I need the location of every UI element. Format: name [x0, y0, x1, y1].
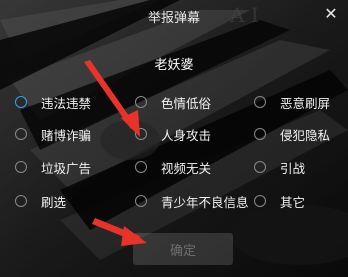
radio-icon[interactable] — [15, 128, 27, 140]
radio-icon[interactable] — [254, 128, 266, 140]
option-label: 其它 — [280, 194, 306, 210]
radio-icon[interactable] — [135, 161, 147, 173]
option-illegal[interactable]: 违法违禁 — [15, 92, 91, 112]
option-label: 引战 — [280, 160, 306, 176]
option-label: 违法违禁 — [41, 95, 92, 111]
radio-icon[interactable] — [135, 128, 147, 140]
option-label: 垃圾广告 — [41, 160, 92, 176]
option-label: 人身攻击 — [161, 127, 212, 143]
option-label: 色情低俗 — [161, 95, 212, 111]
radio-icon[interactable] — [254, 195, 266, 207]
radio-icon[interactable] — [15, 161, 27, 173]
option-label: 赌博诈骗 — [41, 127, 92, 143]
radio-icon[interactable] — [254, 96, 266, 108]
radio-icon[interactable] — [15, 195, 27, 207]
option-flamebait[interactable]: 引战 — [254, 157, 305, 177]
option-personal-attack[interactable]: 人身攻击 — [135, 124, 211, 144]
option-irrelevant[interactable]: 视频无关 — [135, 157, 211, 177]
radio-icon[interactable] — [254, 161, 266, 173]
option-spam-flood[interactable]: 恶意刷屏 — [254, 92, 330, 112]
option-label: 视频无关 — [161, 160, 212, 176]
option-label: 刷选 — [41, 194, 67, 210]
reported-username: 老妖婆 — [154, 58, 194, 73]
option-other[interactable]: 其它 — [254, 191, 305, 211]
submit-button[interactable]: 确定 — [133, 233, 233, 265]
option-label: 青少年不良信息 — [161, 194, 249, 210]
dialog-titlebar: 举报弹幕 ✕ — [0, 0, 348, 30]
radio-icon[interactable] — [135, 195, 147, 207]
dialog-title: 举报弹幕 — [147, 11, 200, 26]
option-privacy[interactable]: 侵犯隐私 — [254, 124, 330, 144]
close-icon[interactable]: ✕ — [321, 4, 341, 24]
option-label: 侵犯隐私 — [280, 127, 331, 143]
radio-icon[interactable] — [135, 96, 147, 108]
option-brush[interactable]: 刷选 — [15, 191, 66, 211]
option-minor-harm[interactable]: 青少年不良信息 — [135, 191, 249, 211]
option-label: 恶意刷屏 — [280, 95, 331, 111]
option-ads[interactable]: 垃圾广告 — [15, 157, 91, 177]
option-porn[interactable]: 色情低俗 — [135, 92, 211, 112]
radio-selected-icon[interactable] — [15, 96, 27, 108]
option-gambling-fraud[interactable]: 赌博诈骗 — [15, 124, 91, 144]
